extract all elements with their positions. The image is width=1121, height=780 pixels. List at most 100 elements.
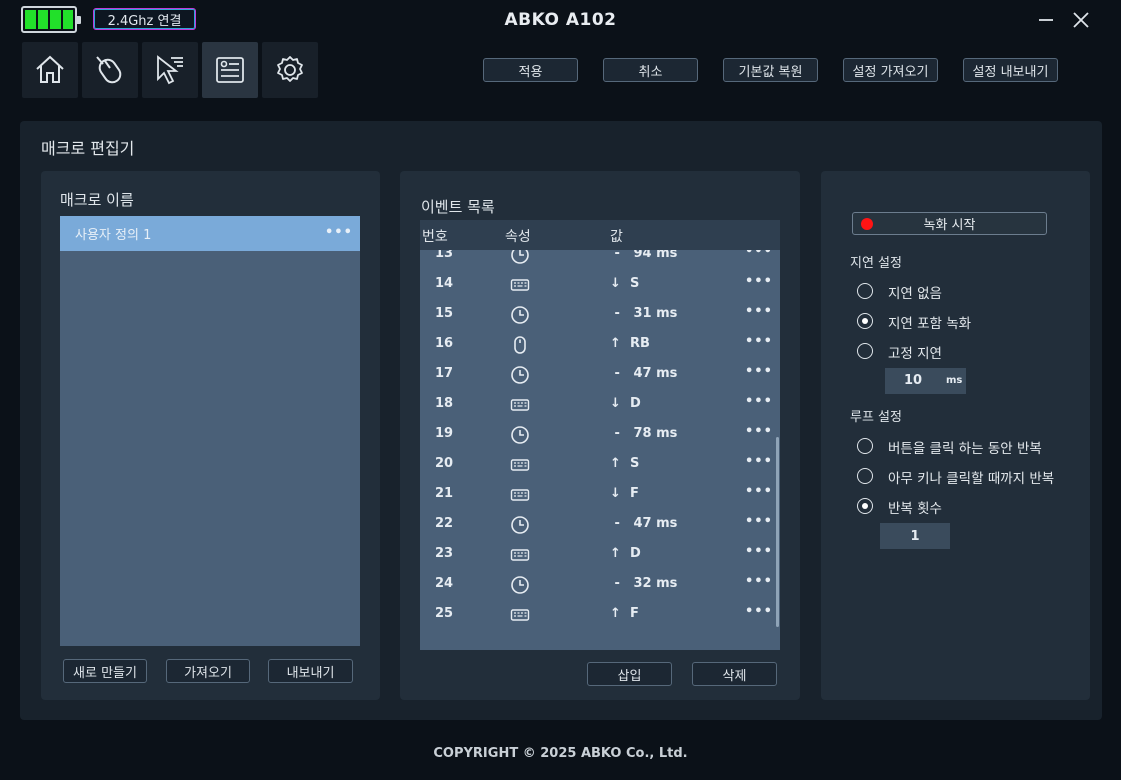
clock-icon <box>510 425 530 445</box>
scrollbar-thumb[interactable] <box>776 437 779 627</box>
label-record-with-delay: 지연 포함 녹화 <box>888 316 972 332</box>
record-dot-icon <box>861 218 873 230</box>
repeat-count-input[interactable]: 1 <box>880 523 950 549</box>
label-no-delay: 지연 없음 <box>888 286 942 302</box>
event-more-button[interactable]: ••• <box>745 394 773 409</box>
event-list-title: 이벤트 목록 <box>421 198 495 216</box>
event-more-button[interactable]: ••• <box>745 334 773 349</box>
event-list-scrollbar[interactable] <box>776 252 780 630</box>
fixed-delay-unit: ms <box>946 375 963 386</box>
keyboard-icon <box>510 455 530 475</box>
keyboard-icon <box>510 605 530 625</box>
event-more-button[interactable]: ••• <box>745 514 773 529</box>
keyboard-icon <box>510 395 530 415</box>
event-row[interactable]: 14 ↓ S ••• <box>420 270 780 300</box>
insert-event-button[interactable]: 삽입 <box>587 662 672 686</box>
event-row[interactable]: 24 - 32 ms ••• <box>420 570 780 600</box>
minimize-icon <box>1039 19 1053 21</box>
event-more-button[interactable]: ••• <box>745 304 773 319</box>
event-value: ↑ S <box>610 456 640 471</box>
event-more-button[interactable]: ••• <box>745 364 773 379</box>
radio-record-with-delay[interactable] <box>857 313 873 329</box>
export-settings-button[interactable]: 설정 내보내기 <box>963 58 1058 82</box>
clock-icon <box>510 575 530 595</box>
event-more-button[interactable]: ••• <box>745 574 773 589</box>
label-repeat-while-pressed: 버튼을 클릭 하는 동안 반복 <box>888 441 1042 457</box>
close-button[interactable] <box>1068 8 1094 32</box>
radio-repeat-while-pressed[interactable] <box>857 438 873 454</box>
nav-mouse[interactable] <box>82 42 138 98</box>
event-number: 17 <box>435 366 454 381</box>
event-value: ↑ D <box>610 546 641 561</box>
event-number: 18 <box>435 396 454 411</box>
event-more-button[interactable]: ••• <box>745 424 773 439</box>
macro-settings-panel <box>821 171 1090 700</box>
new-macro-button[interactable]: 새로 만들기 <box>63 659 147 683</box>
event-number: 19 <box>435 426 454 441</box>
keyboard-icon <box>510 545 530 565</box>
cancel-button[interactable]: 취소 <box>603 58 698 82</box>
clock-icon <box>510 515 530 535</box>
event-more-button[interactable]: ••• <box>745 484 773 499</box>
fixed-delay-input[interactable]: 10 ms <box>885 368 966 394</box>
apply-button[interactable]: 적용 <box>483 58 578 82</box>
event-row[interactable]: 19 - 78 ms ••• <box>420 420 780 450</box>
event-row[interactable]: 17 - 47 ms ••• <box>420 360 780 390</box>
event-number: 16 <box>435 336 454 351</box>
keyboard-icon <box>510 275 530 295</box>
macro-item-more-button[interactable]: ••• <box>325 225 353 240</box>
radio-repeat-count[interactable] <box>857 498 873 514</box>
radio-fixed-delay[interactable] <box>857 343 873 359</box>
cursor-icon <box>157 55 183 85</box>
event-row[interactable]: 15 - 31 ms ••• <box>420 300 780 330</box>
mouse-icon <box>96 56 122 84</box>
event-row[interactable]: 18 ↓ D ••• <box>420 390 780 420</box>
event-number: 22 <box>435 516 454 531</box>
column-header-value: 값 <box>610 229 623 245</box>
event-more-button[interactable]: ••• <box>745 454 773 469</box>
event-row[interactable]: 25 ↑ F ••• <box>420 600 780 630</box>
radio-no-delay[interactable] <box>857 283 873 299</box>
event-row[interactable]: 22 - 47 ms ••• <box>420 510 780 540</box>
macro-list-item[interactable]: 사용자 정의 1 ••• <box>60 216 360 251</box>
event-row[interactable]: 21 ↓ F ••• <box>420 480 780 510</box>
mouse-icon <box>510 335 530 355</box>
event-value: ↑ F <box>610 606 639 621</box>
import-settings-button[interactable]: 설정 가져오기 <box>843 58 938 82</box>
delete-event-button[interactable]: 삭제 <box>692 662 777 686</box>
event-number: 24 <box>435 576 454 591</box>
reset-defaults-button[interactable]: 기본값 복원 <box>723 58 818 82</box>
delay-settings-title: 지연 설정 <box>850 256 902 271</box>
event-number: 15 <box>435 306 454 321</box>
event-row[interactable]: 16 ↑ RB ••• <box>420 330 780 360</box>
home-icon <box>36 55 64 83</box>
export-macro-button[interactable]: 내보내기 <box>268 659 353 683</box>
battery-cell <box>62 10 73 29</box>
close-icon <box>1073 12 1089 28</box>
event-more-button[interactable]: ••• <box>745 544 773 559</box>
loop-settings-title: 루프 설정 <box>850 410 902 425</box>
event-more-button[interactable]: ••• <box>745 274 773 289</box>
macro-name-title: 매크로 이름 <box>60 191 134 209</box>
import-macro-button[interactable]: 가져오기 <box>166 659 250 683</box>
nav-macro-editor[interactable] <box>202 42 258 98</box>
event-number: 20 <box>435 456 454 471</box>
record-start-button[interactable]: 녹화 시작 <box>852 212 1047 235</box>
macro-list[interactable] <box>60 216 360 646</box>
event-value: ↓ D <box>610 396 641 411</box>
clock-icon <box>510 305 530 325</box>
event-number: 21 <box>435 486 454 501</box>
keyboard-icon <box>510 485 530 505</box>
event-value: - 78 ms <box>610 426 678 441</box>
nav-settings[interactable] <box>262 42 318 98</box>
event-list[interactable]: 13 - 94 ms ••• 14 ↓ S ••• 15 - 31 ms ••• 16 ↑ RB… <box>420 220 780 650</box>
event-row[interactable]: 20 ↑ S ••• <box>420 450 780 480</box>
minimize-button[interactable] <box>1033 8 1059 32</box>
event-row[interactable]: 23 ↑ D ••• <box>420 540 780 570</box>
radio-repeat-until-key[interactable] <box>857 468 873 484</box>
nav-home[interactable] <box>22 42 78 98</box>
event-value: ↑ RB <box>610 336 650 351</box>
event-more-button[interactable]: ••• <box>745 604 773 619</box>
nav-cursor[interactable] <box>142 42 198 98</box>
event-number: 23 <box>435 546 454 561</box>
